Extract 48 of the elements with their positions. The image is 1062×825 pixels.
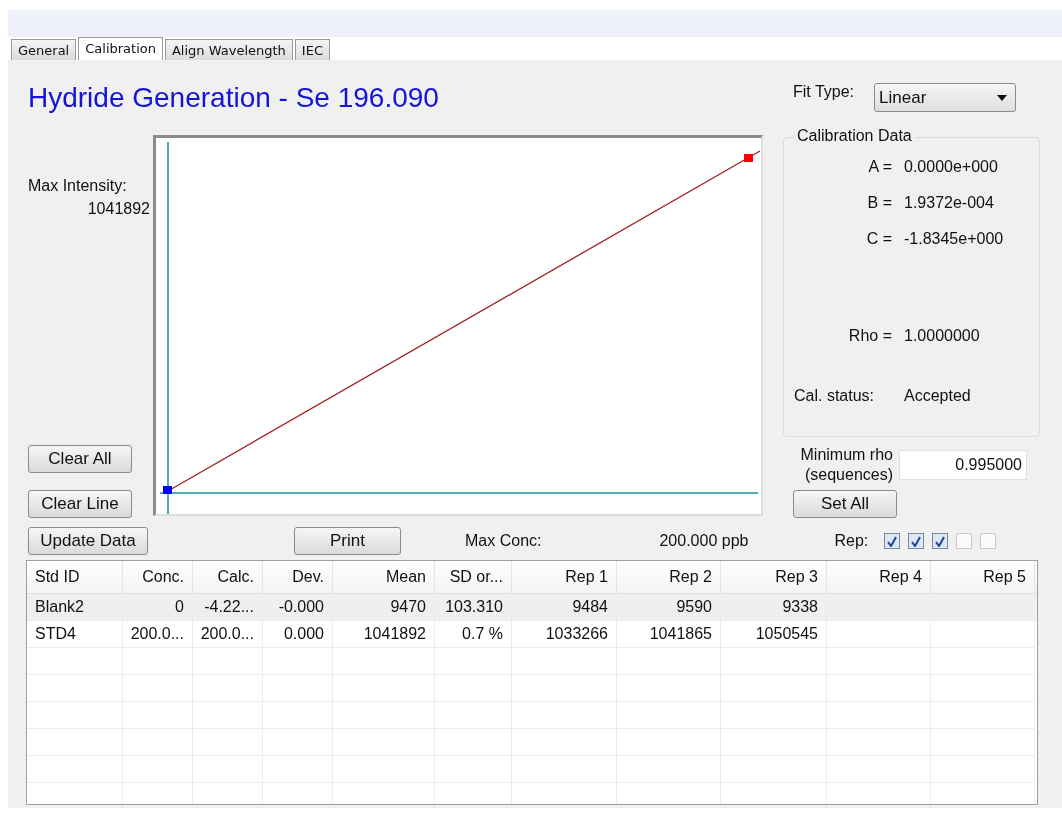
clear-all-button[interactable]: Clear All xyxy=(28,445,132,473)
minimum-rho-field[interactable]: 0.995000 xyxy=(899,450,1027,480)
max-conc-value: 200.000 ppb xyxy=(659,532,749,550)
rep-checkbox[interactable] xyxy=(980,533,997,549)
coefficient-value: -1.8345e+000 xyxy=(904,230,1005,248)
status-value: Accepted xyxy=(904,387,972,405)
rep-label: Rep: xyxy=(834,532,869,550)
column-header[interactable]: Rep 3 xyxy=(721,561,827,593)
table-row[interactable]: STD4 200.0... 200.0... 0.000 1041892 0.7 % 1033266 1041865 1050545 xyxy=(27,621,1037,648)
tab[interactable]: Calibration xyxy=(78,37,163,60)
status-label: Cal. status: xyxy=(793,387,876,405)
rho-label: Rho = xyxy=(847,327,893,345)
minimum-rho-label: Minimum rho (sequences) xyxy=(799,445,893,485)
coefficient-label: C = xyxy=(865,230,893,248)
tab[interactable]: Align Wavelength xyxy=(164,39,293,60)
coefficient-label: B = xyxy=(866,194,893,212)
column-header[interactable]: Rep 2 xyxy=(617,561,721,593)
dropdown-arrow-icon xyxy=(997,94,1008,101)
max-conc-label: Max Conc: xyxy=(465,532,542,550)
column-header[interactable]: Conc. xyxy=(123,561,193,593)
max-intensity-value: 1041892 xyxy=(87,200,151,218)
max-intensity-label: Max Intensity: xyxy=(28,177,127,195)
rep-checkbox[interactable] xyxy=(908,533,925,549)
column-header[interactable]: SD or... xyxy=(435,561,512,593)
update-data-button[interactable]: Update Data xyxy=(28,527,148,555)
table-row[interactable]: Blank2 0 -4.22... -0.000 9470 103.310 9484 9590 9338 xyxy=(27,594,1037,621)
tab[interactable]: General xyxy=(11,39,77,60)
rho-value: 1.0000000 xyxy=(904,327,981,345)
column-header[interactable]: Std ID xyxy=(27,561,123,593)
rep-checkbox[interactable] xyxy=(932,533,949,549)
rep-checkbox[interactable] xyxy=(956,533,973,549)
page-title: Hydride Generation - Se 196.090 xyxy=(28,81,440,115)
column-header[interactable]: Rep 4 xyxy=(827,561,931,593)
clear-line-button[interactable]: Clear Line xyxy=(28,490,132,518)
coefficient-value: 0.0000e+000 xyxy=(904,158,999,176)
column-header[interactable]: Calc. xyxy=(193,561,263,593)
print-button[interactable]: Print xyxy=(294,527,401,555)
coefficient-value: 1.9372e-004 xyxy=(904,194,995,212)
column-header[interactable]: Rep 5 xyxy=(931,561,1035,593)
column-header[interactable]: Rep 1 xyxy=(512,561,617,593)
rep-checkbox[interactable] xyxy=(884,533,901,549)
fit-type-label: Fit Type: xyxy=(793,83,855,101)
fit-type-dropdown[interactable]: Linear xyxy=(874,83,1017,112)
coefficient-label: A = xyxy=(867,158,893,176)
set-all-button[interactable]: Set All xyxy=(793,490,897,518)
tab[interactable]: IEC xyxy=(294,39,330,60)
column-header[interactable]: Mean xyxy=(333,561,435,593)
column-header[interactable]: Dev. xyxy=(263,561,333,593)
